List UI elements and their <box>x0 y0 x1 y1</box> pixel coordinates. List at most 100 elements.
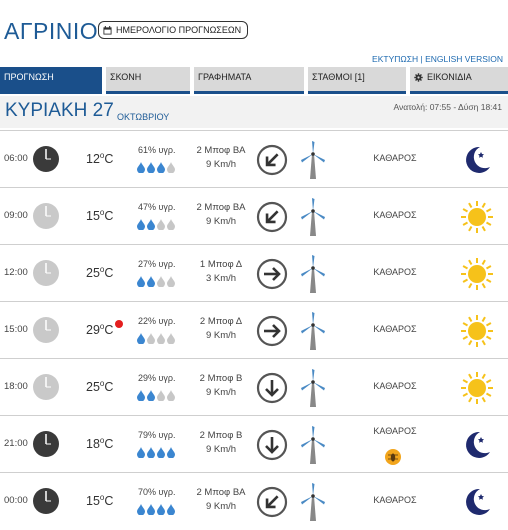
wind-turbine-icon <box>298 140 328 180</box>
row-wind-beaufort: 2 Μποφ Δ <box>199 316 243 327</box>
row-condition: ΚΑΘΑΡΟΣ <box>373 267 417 277</box>
wind-direction-arrow-icon <box>256 258 288 290</box>
row-time: 18:00 <box>4 381 28 392</box>
row-time: 21:00 <box>4 438 28 449</box>
row-humidity: 47% υγρ. <box>138 202 176 212</box>
forecast-calendar-button[interactable]: ΗΜΕΡΟΛΟΓΙΟ ΠΡΟΓΝΩΣΕΩΝ <box>98 21 249 39</box>
clock-icon <box>32 430 60 458</box>
wind-direction-arrow-icon <box>256 429 288 461</box>
temperature-value: 12 <box>86 152 100 167</box>
forecast-row: 06:00 12oC 61% υγρ. 2 Μποφ ΒΑ 9 Km/h ΚΑΘ… <box>0 130 508 187</box>
clock-icon <box>32 202 60 230</box>
moon-icon <box>460 143 494 177</box>
row-wind-speed: 9 Km/h <box>205 159 237 170</box>
rain-alert-dot <box>115 320 123 328</box>
row-time: 06:00 <box>4 153 28 164</box>
clock-icon <box>32 145 60 173</box>
row-temperature: 25oC <box>86 379 114 395</box>
header: ΑΓΡΙΝΙΟ ΗΜΕΡΟΛΟΓΙΟ ΠΡΟΓΝΩΣΕΩΝ ΕΚΤΥΠΩΣΗ |… <box>0 0 508 66</box>
clock-icon <box>32 373 60 401</box>
forecast-row: 21:00 18oC 79% υγρ. 2 Μποφ Β 9 Km/h ΚΑΘΑ… <box>0 415 508 472</box>
tab-bar: ΠΡΟΓΝΩΣΗ ΣΚΟΝΗ ΓΡΑΦΗΜΑΤΑ ΣΤΑΘΜΟΙ [1] ΕΙΚ… <box>0 67 508 94</box>
day-title: ΚΥΡΙΑΚΗ 27 <box>5 100 114 121</box>
row-temperature: 29oC <box>86 322 114 338</box>
wind-direction-arrow-icon <box>256 201 288 233</box>
wind-turbine-icon <box>298 425 328 465</box>
humidity-drops-icon <box>137 160 181 174</box>
wind-turbine-icon <box>298 254 328 294</box>
wind-turbine-icon <box>298 368 328 408</box>
forecast-row: 18:00 25oC 29% υγρ. 2 Μποφ Β 9 Km/h ΚΑΘΑ… <box>0 358 508 415</box>
print-english-links[interactable]: ΕΚΤΥΠΩΣΗ | ENGLISH VERSION <box>372 54 503 64</box>
wind-direction-arrow-icon <box>256 315 288 347</box>
temperature-value: 25 <box>86 380 100 395</box>
sun-icon <box>460 200 494 234</box>
forecast-row: 15:00 29oC 22% υγρ. 2 Μποφ Δ 9 Km/h ΚΑΘΑ… <box>0 301 508 358</box>
temperature-value: 18 <box>86 437 100 452</box>
row-temperature: 15oC <box>86 208 114 224</box>
city-title: ΑΓΡΙΝΙΟ <box>4 18 99 44</box>
row-wind-beaufort: 2 Μποφ Β <box>199 373 243 384</box>
tab-forecast[interactable]: ΠΡΟΓΝΩΣΗ <box>0 67 102 94</box>
moon-icon <box>460 428 494 462</box>
tab-dust[interactable]: ΣΚΟΝΗ <box>106 67 190 94</box>
tab-icons[interactable]: ΕΙΚΟΝΙΔΙΑ <box>410 67 508 94</box>
temperature-value: 15 <box>86 494 100 509</box>
row-condition: ΚΑΘΑΡΟΣ <box>373 210 417 220</box>
forecast-row: 12:00 25oC 27% υγρ. 1 Μποφ Δ 3 Km/h ΚΑΘΑ… <box>0 244 508 301</box>
clock-icon <box>32 259 60 287</box>
wind-direction-arrow-icon <box>256 486 288 518</box>
calendar-button-label: ΗΜΕΡΟΛΟΓΙΟ ΠΡΟΓΝΩΣΕΩΝ <box>116 25 242 35</box>
temperature-value: 15 <box>86 209 100 224</box>
row-time: 09:00 <box>4 210 28 221</box>
humidity-drops-icon <box>137 331 181 345</box>
day-header: ΚΥΡΙΑΚΗ 27 Ανατολή: 07:55 - Δύση 18:41 <box>0 96 508 128</box>
row-condition: ΚΑΘΑΡΟΣ <box>373 153 417 163</box>
row-humidity: 29% υγρ. <box>138 373 176 383</box>
humidity-drops-icon <box>137 445 181 459</box>
row-wind-beaufort: 2 Μποφ ΒΑ <box>196 202 246 213</box>
tab-label: ΕΙΚΟΝΙΔΙΑ <box>427 72 472 82</box>
temperature-value: 25 <box>86 266 100 281</box>
forecast-row: 00:00 15oC 70% υγρ. 2 Μποφ ΒΑ 9 Km/h ΚΑΘ… <box>0 472 508 529</box>
temperature-value: 29 <box>86 323 100 338</box>
moon-icon <box>460 485 494 519</box>
insect-icon <box>384 448 402 466</box>
row-humidity: 22% υγρ. <box>138 316 176 326</box>
sunrise-sunset: Ανατολή: 07:55 - Δύση 18:41 <box>393 102 502 112</box>
row-time: 12:00 <box>4 267 28 278</box>
row-temperature: 15oC <box>86 493 114 509</box>
row-humidity: 70% υγρ. <box>138 487 176 497</box>
humidity-drops-icon <box>137 502 181 516</box>
tab-label: ΣΤΑΘΜΟΙ [1] <box>312 72 365 82</box>
row-wind-speed: 9 Km/h <box>205 501 237 512</box>
row-humidity: 27% υγρ. <box>138 259 176 269</box>
row-temperature: 25oC <box>86 265 114 281</box>
tab-label: ΠΡΟΓΝΩΣΗ <box>4 72 54 82</box>
row-condition: ΚΑΘΑΡΟΣ <box>373 495 417 505</box>
wind-turbine-icon <box>298 482 328 522</box>
row-wind-beaufort: 2 Μποφ ΒΑ <box>196 145 246 156</box>
row-condition: ΚΑΘΑΡΟΣ <box>373 381 417 391</box>
forecast-row: 09:00 15oC 47% υγρ. 2 Μποφ ΒΑ 9 Km/h ΚΑΘ… <box>0 187 508 244</box>
sun-icon <box>460 257 494 291</box>
tab-stations[interactable]: ΣΤΑΘΜΟΙ [1] <box>308 67 406 94</box>
gear-icon <box>414 73 423 82</box>
clock-icon <box>32 487 60 515</box>
row-temperature: 12oC <box>86 151 114 167</box>
day-month: ΟΚΤΩΒΡΙΟΥ <box>117 112 170 122</box>
row-wind-beaufort: 2 Μποφ Β <box>199 430 243 441</box>
row-humidity: 79% υγρ. <box>138 430 176 440</box>
tab-charts[interactable]: ΓΡΑΦΗΜΑΤΑ <box>194 67 304 94</box>
row-condition: ΚΑΘΑΡΟΣ <box>373 426 417 436</box>
humidity-drops-icon <box>137 217 181 231</box>
calendar-icon <box>103 25 112 35</box>
row-wind-speed: 3 Km/h <box>205 273 237 284</box>
row-condition: ΚΑΘΑΡΟΣ <box>373 324 417 334</box>
row-wind-speed: 9 Km/h <box>205 216 237 227</box>
wind-turbine-icon <box>298 311 328 351</box>
clock-icon <box>32 316 60 344</box>
tab-label: ΓΡΑΦΗΜΑΤΑ <box>198 72 252 82</box>
wind-direction-arrow-icon <box>256 144 288 176</box>
row-time: 15:00 <box>4 324 28 335</box>
